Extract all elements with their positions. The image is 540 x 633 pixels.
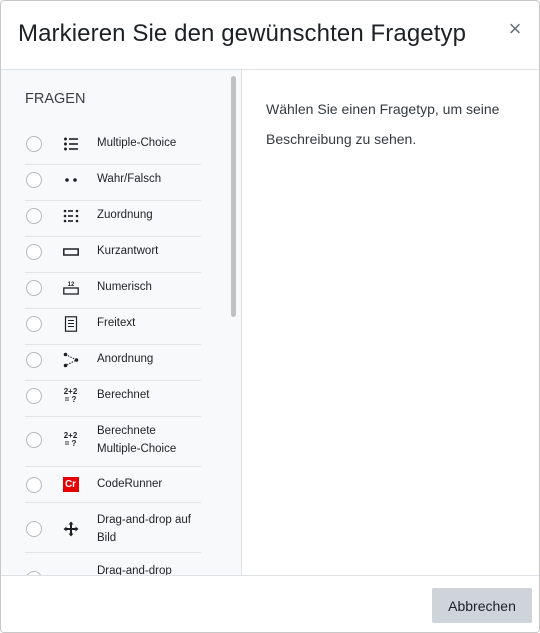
svg-text:12: 12 xyxy=(67,282,74,288)
list-heading: FRAGEN xyxy=(25,91,86,107)
dialog-title: Markieren Sie den gewünschten Fragetyp xyxy=(18,20,467,47)
coderunner-icon: Cr xyxy=(62,476,79,493)
option-essay[interactable]: Freitext xyxy=(25,309,201,345)
radio-button[interactable] xyxy=(26,136,42,152)
match-list-icon xyxy=(62,207,79,224)
option-matching[interactable]: Zuordnung xyxy=(25,201,201,237)
numeric-icon: 12 xyxy=(62,279,79,296)
option-label: Drag-and-drop xyxy=(97,565,172,575)
option-numerical[interactable]: 12 Numerisch xyxy=(25,273,201,309)
option-label: Kurzantwort xyxy=(97,245,159,257)
option-short-answer[interactable]: Kurzantwort xyxy=(25,237,201,273)
radio-button[interactable] xyxy=(26,477,42,493)
option-label: Berechnet xyxy=(97,389,150,401)
radio-button[interactable] xyxy=(26,172,42,188)
option-label: Drag-and-drop auf Bild xyxy=(97,514,191,544)
option-label: Anordnung xyxy=(97,353,154,365)
list-scrollbar[interactable] xyxy=(231,76,236,317)
short-answer-icon xyxy=(62,243,79,260)
option-label: Berechnete Multiple-Choice xyxy=(97,425,177,455)
option-multiple-choice[interactable]: Multiple-Choice xyxy=(25,129,201,165)
radio-button[interactable] xyxy=(26,316,42,332)
radio-button[interactable] xyxy=(26,208,42,224)
radio-button[interactable] xyxy=(26,352,42,368)
radio-button[interactable] xyxy=(26,432,42,448)
move-arrows-icon xyxy=(62,520,79,537)
option-ordering[interactable]: Anordnung xyxy=(25,345,201,381)
type-description: Wählen Sie einen Fragetyp, um seine Besc… xyxy=(266,101,500,147)
question-type-list-pane[interactable]: FRAGEN Multiple-Choice Wahr/Falsch Zuord… xyxy=(1,70,242,575)
option-drag-drop[interactable]: Drag-and-drop xyxy=(25,553,201,575)
option-true-false[interactable]: Wahr/Falsch xyxy=(25,165,201,201)
radio-button[interactable] xyxy=(26,244,42,260)
option-label: CodeRunner xyxy=(97,478,163,490)
close-icon[interactable]: × xyxy=(505,17,525,41)
option-calculated-multichoice[interactable]: 2+2 = ? Berechnete Multiple-Choice xyxy=(25,417,201,467)
option-calculated[interactable]: 2+2 = ? Berechnet xyxy=(25,381,201,417)
option-label: Multiple-Choice xyxy=(97,137,177,149)
option-label: Wahr/Falsch xyxy=(97,173,162,185)
option-drag-drop-image[interactable]: Drag-and-drop auf Bild xyxy=(25,503,201,553)
two-dots-icon xyxy=(62,171,79,188)
question-type-dialog: Markieren Sie den gewünschten Fragetyp ×… xyxy=(0,0,540,633)
option-label: Freitext xyxy=(97,317,136,329)
ordering-icon xyxy=(62,351,79,368)
radio-button[interactable] xyxy=(26,521,42,537)
option-label: Numerisch xyxy=(97,281,152,293)
description-pane: Wählen Sie einen Fragetyp, um seine Besc… xyxy=(242,70,539,575)
cancel-button[interactable]: Abbrechen xyxy=(432,588,532,623)
radio-button[interactable] xyxy=(26,280,42,296)
calculated-multichoice-icon: 2+2 = ? xyxy=(63,430,78,448)
dialog-header: Markieren Sie den gewünschten Fragetyp × xyxy=(1,1,539,70)
option-coderunner[interactable]: Cr CodeRunner xyxy=(25,467,201,503)
dialog-footer: Abbrechen xyxy=(1,575,539,632)
essay-icon xyxy=(62,315,79,332)
calculated-icon: 2+2 = ? xyxy=(63,386,78,404)
list-icon xyxy=(62,135,79,152)
radio-button[interactable] xyxy=(26,388,42,404)
option-label: Zuordnung xyxy=(97,209,153,221)
